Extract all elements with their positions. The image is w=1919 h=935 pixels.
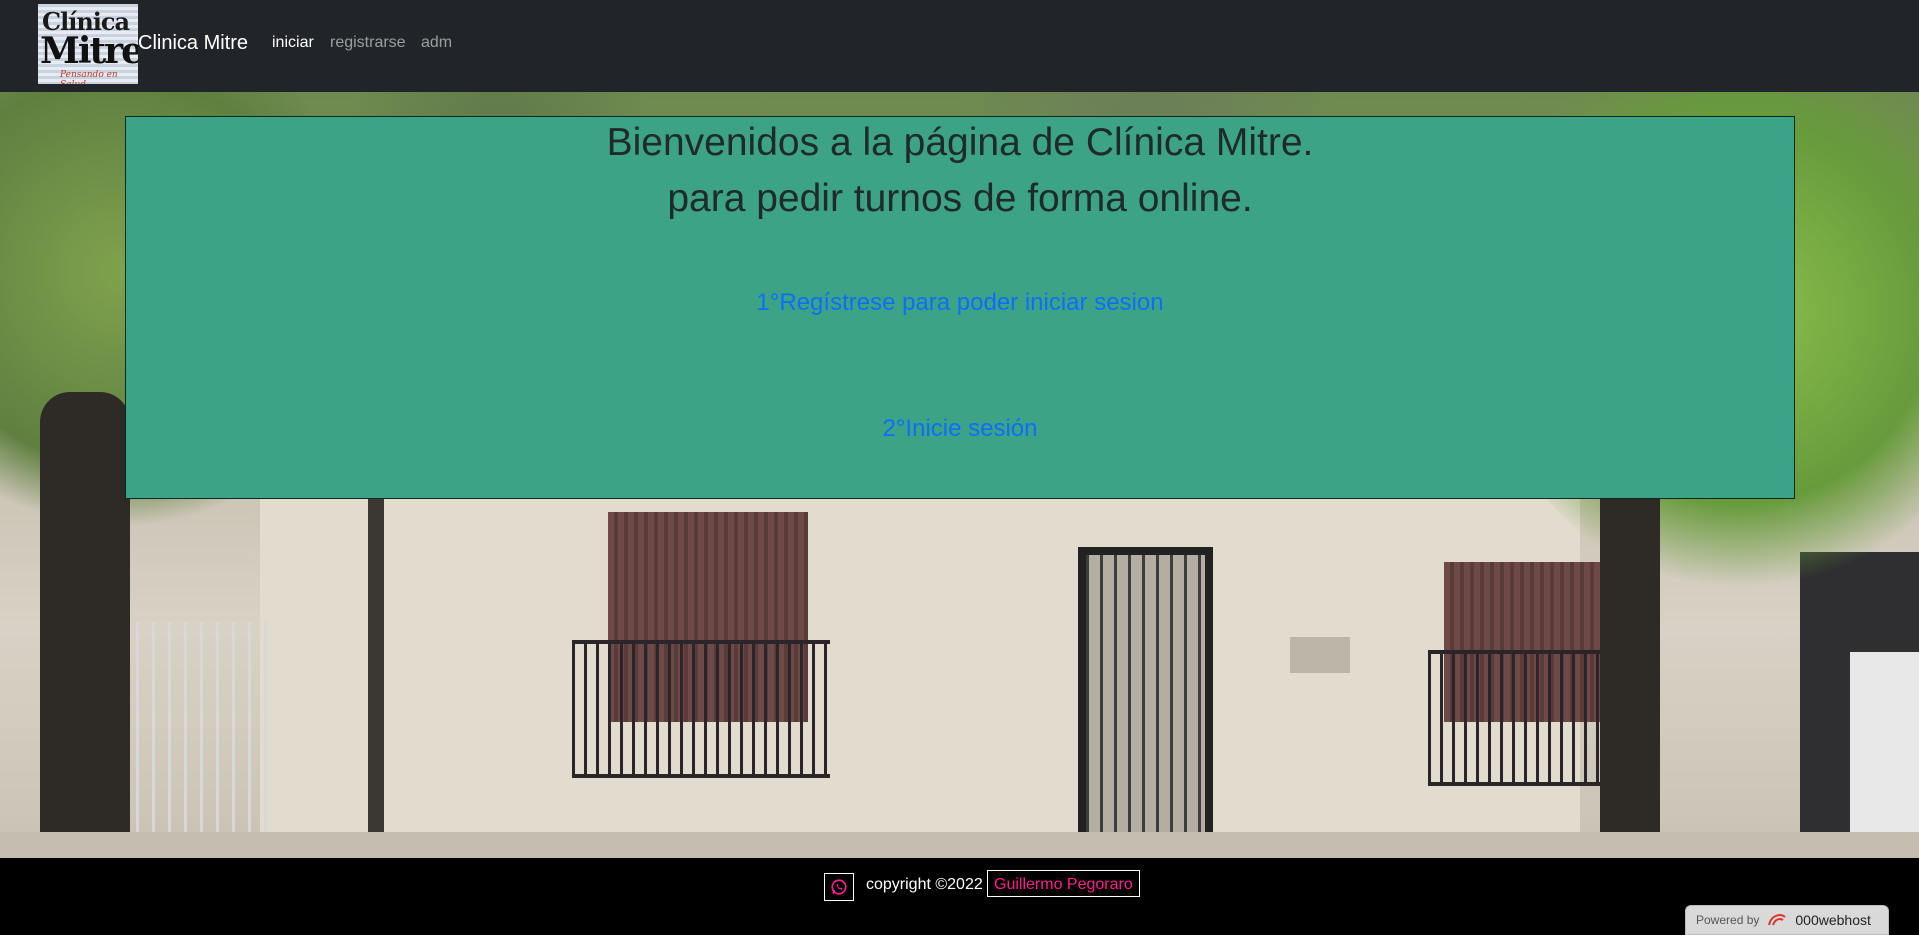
whatsapp-icon — [831, 879, 847, 895]
powered-by-badge[interactable]: Powered by 000webhost — [1685, 905, 1889, 935]
logo-tagline: Pensando en Salud — [60, 70, 118, 84]
webhost-name: 000webhost — [1795, 912, 1871, 928]
login-link[interactable]: 2°Inicie sesión — [126, 415, 1794, 443]
welcome-card: Bienvenidos a la página de Clínica Mitre… — [125, 116, 1795, 499]
whatsapp-button[interactable] — [824, 873, 854, 901]
webhost-logo-icon — [1768, 914, 1787, 926]
footer: copyright ©2022 Guillermo Pegoraro Power… — [0, 858, 1919, 935]
nav-link-iniciar[interactable]: iniciar — [272, 34, 314, 52]
clinic-logo[interactable]: Clínica Mitre Pensando en Salud — [38, 4, 138, 84]
navbar: Clínica Mitre Pensando en Salud Clinica … — [0, 0, 1919, 92]
nav-link-registrarse[interactable]: registrarse — [330, 34, 406, 52]
nav-link-adm[interactable]: adm — [421, 34, 452, 52]
welcome-heading-line1: Bienvenidos a la página de Clínica Mitre… — [606, 121, 1314, 164]
register-link[interactable]: 1°Regístrese para poder iniciar sesion — [126, 289, 1794, 317]
powered-by-label: Powered by — [1696, 913, 1760, 927]
copyright-text: copyright ©2022 — [866, 876, 983, 893]
welcome-heading-line2: para pedir turnos de forma online. — [667, 177, 1253, 220]
brand-link[interactable]: Clinica Mitre — [138, 32, 248, 55]
author-link[interactable]: Guillermo Pegoraro — [987, 870, 1140, 897]
logo-text-main: Mitre — [40, 30, 138, 72]
